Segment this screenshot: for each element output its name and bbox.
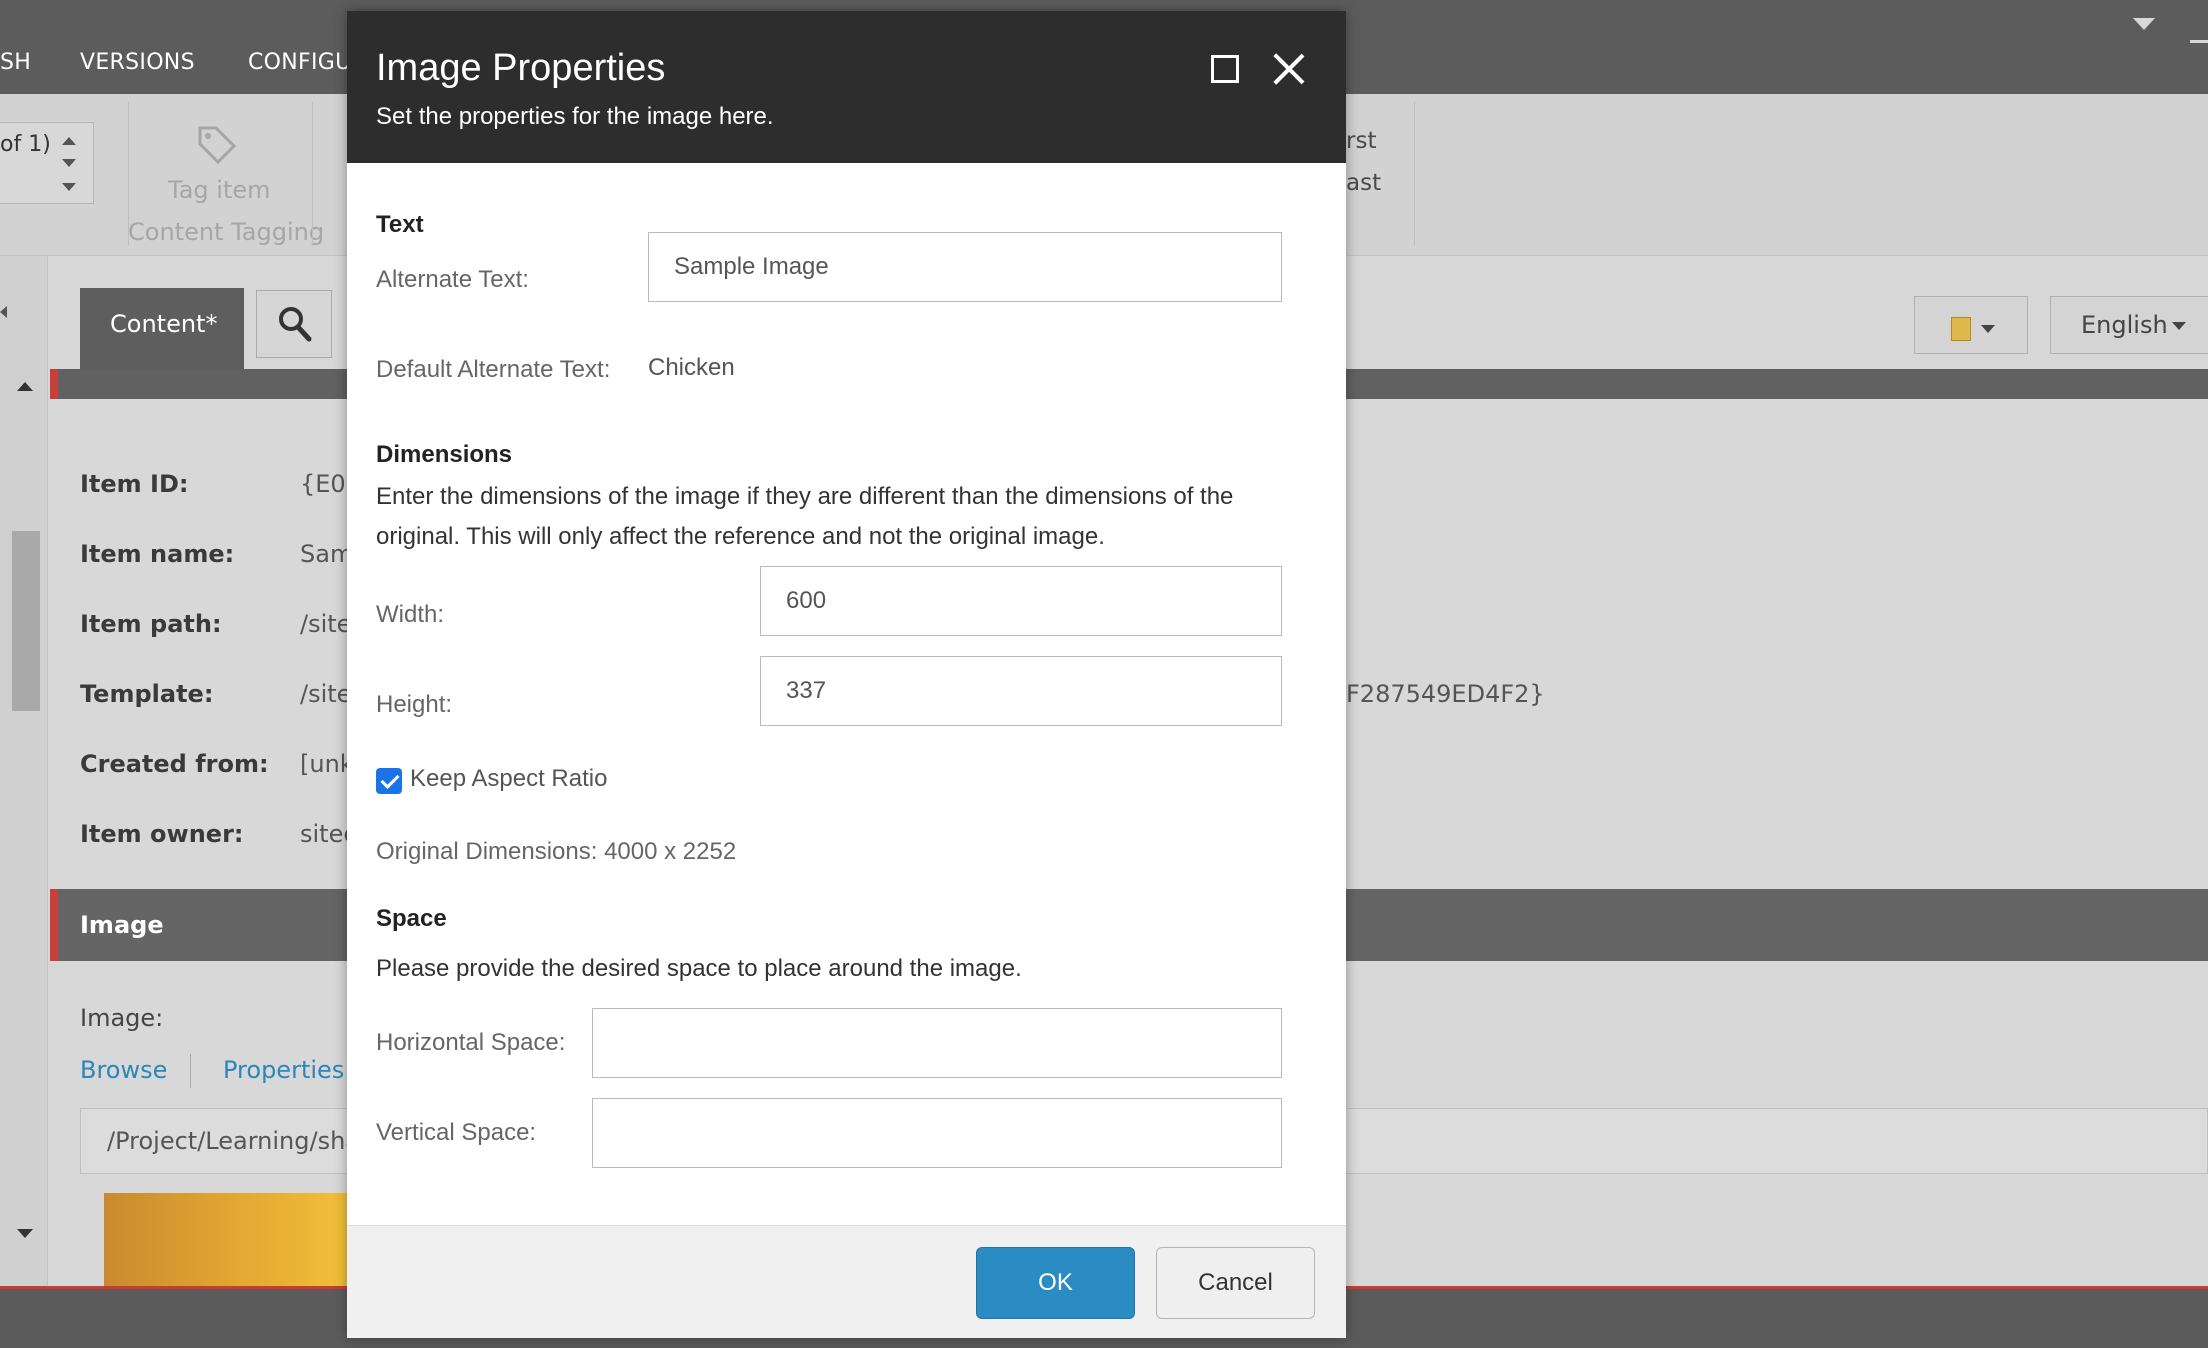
- field-label-item-name: Item name:: [80, 540, 235, 568]
- dimensions-description: Enter the dimensions of the image if the…: [376, 483, 1234, 550]
- section-heading-space: Space: [376, 905, 447, 932]
- chevron-down-icon[interactable]: [2133, 18, 2155, 30]
- section-heading-text: Text: [376, 211, 424, 238]
- field-label-created-from: Created from:: [80, 750, 269, 778]
- dialog-subtitle: Set the properties for the image here.: [376, 103, 774, 130]
- space-description: Please provide the desired space to plac…: [376, 955, 1022, 982]
- field-label-item-owner: Item owner:: [80, 820, 244, 848]
- alt-text-input[interactable]: [648, 232, 1282, 302]
- vertical-space-input[interactable]: [592, 1098, 1282, 1168]
- horizontal-space-input[interactable]: [592, 1008, 1282, 1078]
- nav-item-publish[interactable]: SH: [0, 50, 31, 75]
- field-value-item-path: /site: [300, 610, 352, 638]
- keep-aspect-ratio-checkbox[interactable]: [376, 768, 402, 794]
- first-button[interactable]: rst: [1346, 128, 1376, 154]
- field-value-template: /site: [300, 680, 352, 708]
- section-heading-dimensions: Dimensions: [376, 441, 513, 468]
- last-button[interactable]: ast: [1346, 170, 1381, 196]
- tag-item-button[interactable]: Tag item: [168, 176, 270, 204]
- field-value-item-name: Sam: [300, 540, 354, 568]
- alt-text-label: Alternate Text:: [376, 266, 529, 293]
- tag-icon: [198, 126, 237, 164]
- maximize-icon[interactable]: [1207, 51, 1243, 87]
- template-id-tail: F287549ED4F2}: [1346, 680, 1545, 708]
- ribbon-divider: [1414, 102, 1415, 246]
- cancel-button[interactable]: Cancel: [1156, 1247, 1315, 1319]
- nav-item-configure[interactable]: CONFIGU: [248, 50, 352, 75]
- ok-button[interactable]: OK: [976, 1247, 1135, 1319]
- book-dropdown-button[interactable]: [1914, 296, 2028, 354]
- dialog-title: Image Properties: [376, 47, 666, 89]
- search-tab[interactable]: [256, 290, 332, 358]
- link-divider: [190, 1054, 191, 1088]
- browse-link[interactable]: Browse: [80, 1056, 167, 1084]
- pager-text: of 1): [0, 132, 51, 157]
- horizontal-space-label: Horizontal Space:: [376, 1029, 566, 1056]
- close-icon[interactable]: [1269, 49, 1309, 89]
- chevron-down-icon: [1981, 325, 1995, 333]
- scroll-up-icon[interactable]: [17, 382, 33, 391]
- field-label-template: Template:: [80, 680, 214, 708]
- chevron-down-icon: [2171, 322, 2186, 330]
- pager-up-icon[interactable]: [62, 137, 76, 145]
- field-label-item-path: Item path:: [80, 610, 222, 638]
- original-dimensions: Original Dimensions: 4000 x 2252: [376, 838, 737, 865]
- ribbon-group-label: Content Tagging: [128, 218, 325, 246]
- book-icon: [1951, 317, 1971, 341]
- width-label: Width:: [376, 601, 445, 628]
- vertical-space-label: Vertical Space:: [376, 1119, 537, 1146]
- collapse-icon[interactable]: [0, 306, 7, 318]
- height-input[interactable]: [760, 656, 1282, 726]
- field-label-item-id: Item ID:: [80, 470, 189, 498]
- default-alt-text-label: Default Alternate Text:: [376, 356, 611, 383]
- dialog-footer: OK Cancel: [347, 1225, 1346, 1338]
- properties-link[interactable]: Properties: [223, 1056, 344, 1084]
- pager-down-icon[interactable]: [62, 159, 76, 167]
- scrollbar-thumb[interactable]: [12, 531, 40, 711]
- tab-content[interactable]: Content*: [80, 288, 244, 370]
- nav-item-versions[interactable]: VERSIONS: [80, 50, 195, 75]
- scroll-down-icon[interactable]: [17, 1229, 33, 1238]
- dialog-header: Image Properties Set the properties for …: [347, 11, 1346, 163]
- default-alt-text-value: Chicken: [648, 354, 735, 381]
- image-thumbnail[interactable]: [104, 1193, 354, 1293]
- width-input[interactable]: [760, 566, 1282, 636]
- image-field-label: Image:: [80, 1004, 164, 1032]
- search-icon: [279, 307, 312, 342]
- minimize-icon[interactable]: [2190, 40, 2208, 43]
- keep-aspect-ratio-label[interactable]: Keep Aspect Ratio: [410, 765, 607, 793]
- language-selector[interactable]: English: [2050, 296, 2208, 354]
- height-label: Height:: [376, 691, 453, 718]
- pager-last-icon[interactable]: [62, 183, 76, 191]
- ribbon-divider: [312, 102, 313, 246]
- language-label: English: [2081, 311, 2168, 339]
- field-value-created-from: [unk: [300, 750, 354, 778]
- image-properties-dialog: Image Properties Set the properties for …: [347, 11, 1346, 1338]
- left-rail: [0, 256, 48, 1286]
